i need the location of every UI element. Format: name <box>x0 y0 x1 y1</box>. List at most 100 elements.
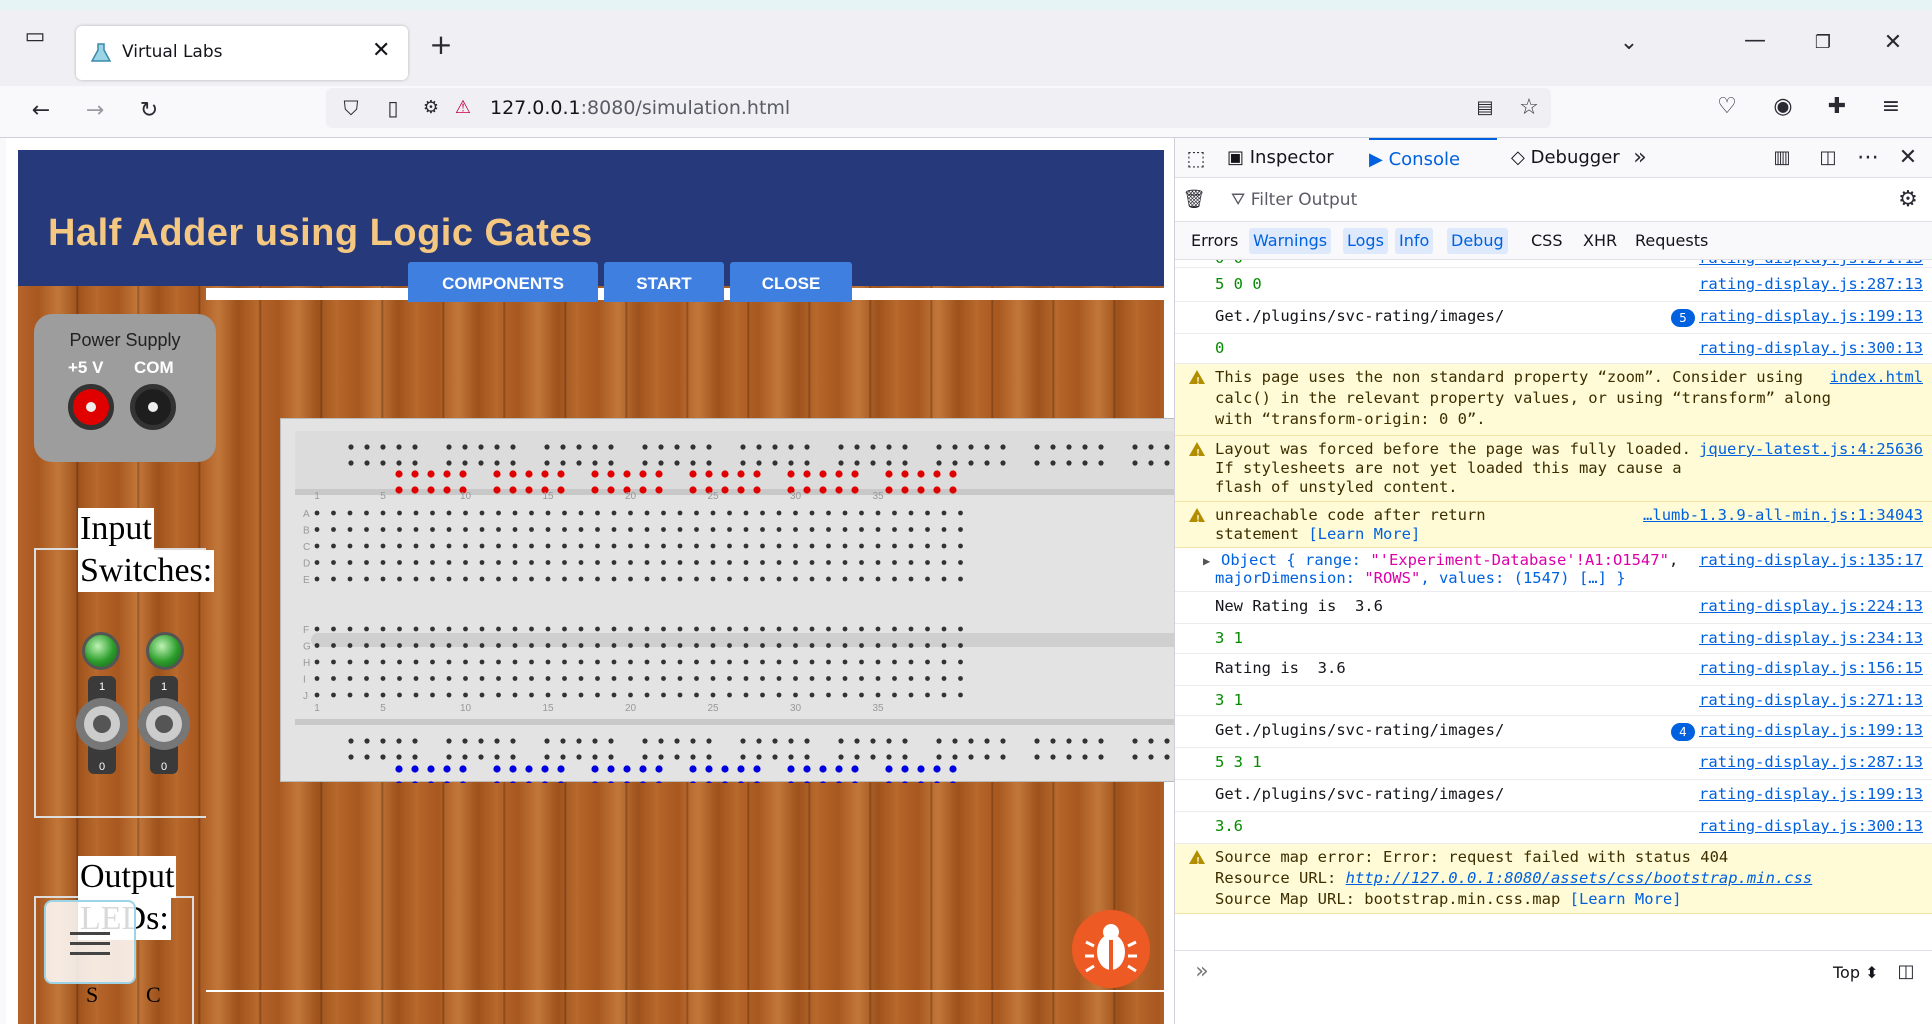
terminal-hole[interactable] <box>694 676 699 681</box>
terminal-hole[interactable] <box>347 676 353 681</box>
terminal-hole[interactable] <box>677 543 683 549</box>
negative-rail-hole[interactable] <box>917 765 925 773</box>
terminal-hole[interactable] <box>842 510 848 516</box>
terminal-hole[interactable] <box>710 626 716 632</box>
terminal-hole[interactable] <box>545 510 551 516</box>
terminal-hole[interactable] <box>529 576 534 582</box>
rail-hole[interactable] <box>510 460 516 466</box>
positive-rail-hole[interactable] <box>655 486 663 494</box>
negative-rail-hole[interactable] <box>411 781 418 783</box>
rail-hole[interactable] <box>788 738 794 744</box>
terminal-hole[interactable] <box>413 560 419 565</box>
terminal-hole[interactable] <box>347 692 353 698</box>
negative-rail-hole[interactable] <box>737 765 745 773</box>
terminal-hole[interactable] <box>529 510 534 516</box>
terminal-hole[interactable] <box>710 576 716 582</box>
rail-hole[interactable] <box>886 444 892 450</box>
terminal-hole[interactable] <box>727 510 732 516</box>
terminal-hole[interactable] <box>595 676 600 681</box>
terminal-hole[interactable] <box>463 510 468 516</box>
rail-hole[interactable] <box>690 754 696 760</box>
terminal-hole[interactable] <box>347 626 353 632</box>
terminal-hole[interactable] <box>941 576 947 582</box>
rail-hole[interactable] <box>1000 738 1006 744</box>
positive-rail-hole[interactable] <box>639 470 647 478</box>
expand-triangle-icon[interactable]: ▶ <box>1203 551 1210 572</box>
terminal-hole[interactable] <box>958 659 963 665</box>
log-source-link[interactable]: rating-display.js:224:13 <box>1699 596 1923 617</box>
rail-hole[interactable] <box>1164 738 1170 744</box>
rail-hole[interactable] <box>658 444 664 450</box>
terminal-hole[interactable] <box>364 626 369 632</box>
terminal-hole[interactable] <box>430 543 435 549</box>
terminal-hole[interactable] <box>842 676 848 681</box>
terminal-hole[interactable] <box>496 576 501 582</box>
rail-hole[interactable] <box>658 738 664 744</box>
rail-hole[interactable] <box>592 460 598 466</box>
rail-hole[interactable] <box>462 444 468 450</box>
positive-rail-hole[interactable] <box>591 486 599 494</box>
terminal-hole[interactable] <box>925 510 930 516</box>
plus-5v-terminal[interactable] <box>68 384 114 430</box>
rail-hole[interactable] <box>1132 460 1138 466</box>
rail-hole[interactable] <box>592 738 598 744</box>
terminal-hole[interactable] <box>430 527 435 532</box>
terminal-hole[interactable] <box>842 543 848 549</box>
close-button[interactable]: CLOSE <box>730 262 852 302</box>
terminal-hole[interactable] <box>793 560 798 565</box>
negative-rail-hole[interactable] <box>689 781 696 783</box>
rail-hole[interactable] <box>1098 754 1104 760</box>
log-source-link[interactable]: rating-display.js:300:13 <box>1699 338 1923 359</box>
rail-hole[interactable] <box>348 738 354 744</box>
terminal-hole[interactable] <box>826 659 831 665</box>
terminal-hole[interactable] <box>875 643 881 648</box>
rail-hole[interactable] <box>348 444 354 450</box>
terminal-hole[interactable] <box>611 576 617 582</box>
rail-hole[interactable] <box>1050 460 1056 466</box>
terminal-hole[interactable] <box>809 626 815 632</box>
object-log-row[interactable]: ▶ Object { range: "'Experiment-Database'… <box>1175 548 1932 592</box>
terminal-hole[interactable] <box>826 510 831 516</box>
terminal-hole[interactable] <box>446 510 452 516</box>
rail-hole[interactable] <box>592 754 598 760</box>
rail-hole[interactable] <box>952 444 958 450</box>
rail-hole[interactable] <box>1034 460 1040 466</box>
terminal-hole[interactable] <box>908 510 914 516</box>
terminal-hole[interactable] <box>463 527 468 532</box>
terminal-hole[interactable] <box>578 659 584 665</box>
terminal-hole[interactable] <box>446 626 452 632</box>
terminal-hole[interactable] <box>842 626 848 632</box>
rail-hole[interactable] <box>592 444 598 450</box>
terminal-hole[interactable] <box>562 676 567 681</box>
terminal-hole[interactable] <box>925 676 930 681</box>
positive-rail-hole[interactable] <box>949 486 957 494</box>
terminal-hole[interactable] <box>430 576 435 582</box>
terminal-hole[interactable] <box>776 659 782 665</box>
negative-rail-hole[interactable] <box>639 781 646 783</box>
terminal-hole[interactable] <box>958 626 963 632</box>
positive-rail-hole[interactable] <box>557 470 565 478</box>
rail-hole[interactable] <box>854 738 860 744</box>
terminal-hole[interactable] <box>892 560 897 565</box>
rail-hole[interactable] <box>788 444 794 450</box>
terminal-hole[interactable] <box>793 576 798 582</box>
terminal-hole[interactable] <box>545 643 551 648</box>
rail-hole[interactable] <box>396 460 402 466</box>
positive-rail-hole[interactable] <box>721 470 729 478</box>
terminal-hole[interactable] <box>496 543 501 549</box>
close-tab-icon[interactable]: ✕ <box>372 38 390 63</box>
rail-hole[interactable] <box>1132 754 1138 760</box>
negative-rail-hole[interactable] <box>803 765 811 773</box>
terminal-hole[interactable] <box>908 560 914 565</box>
terminal-hole[interactable] <box>776 527 782 532</box>
terminal-hole[interactable] <box>925 643 930 648</box>
terminal-hole[interactable] <box>727 527 732 532</box>
terminal-hole[interactable] <box>842 527 848 532</box>
terminal-hole[interactable] <box>958 560 963 565</box>
log-source-link[interactable]: …lumb-1.3.9-all-min.js:1:34043 <box>1643 505 1923 526</box>
terminal-hole[interactable] <box>611 510 617 516</box>
negative-rail-hole[interactable] <box>443 765 451 773</box>
terminal-hole[interactable] <box>397 527 402 532</box>
terminal-hole[interactable] <box>793 643 798 648</box>
terminal-hole[interactable] <box>611 626 617 632</box>
